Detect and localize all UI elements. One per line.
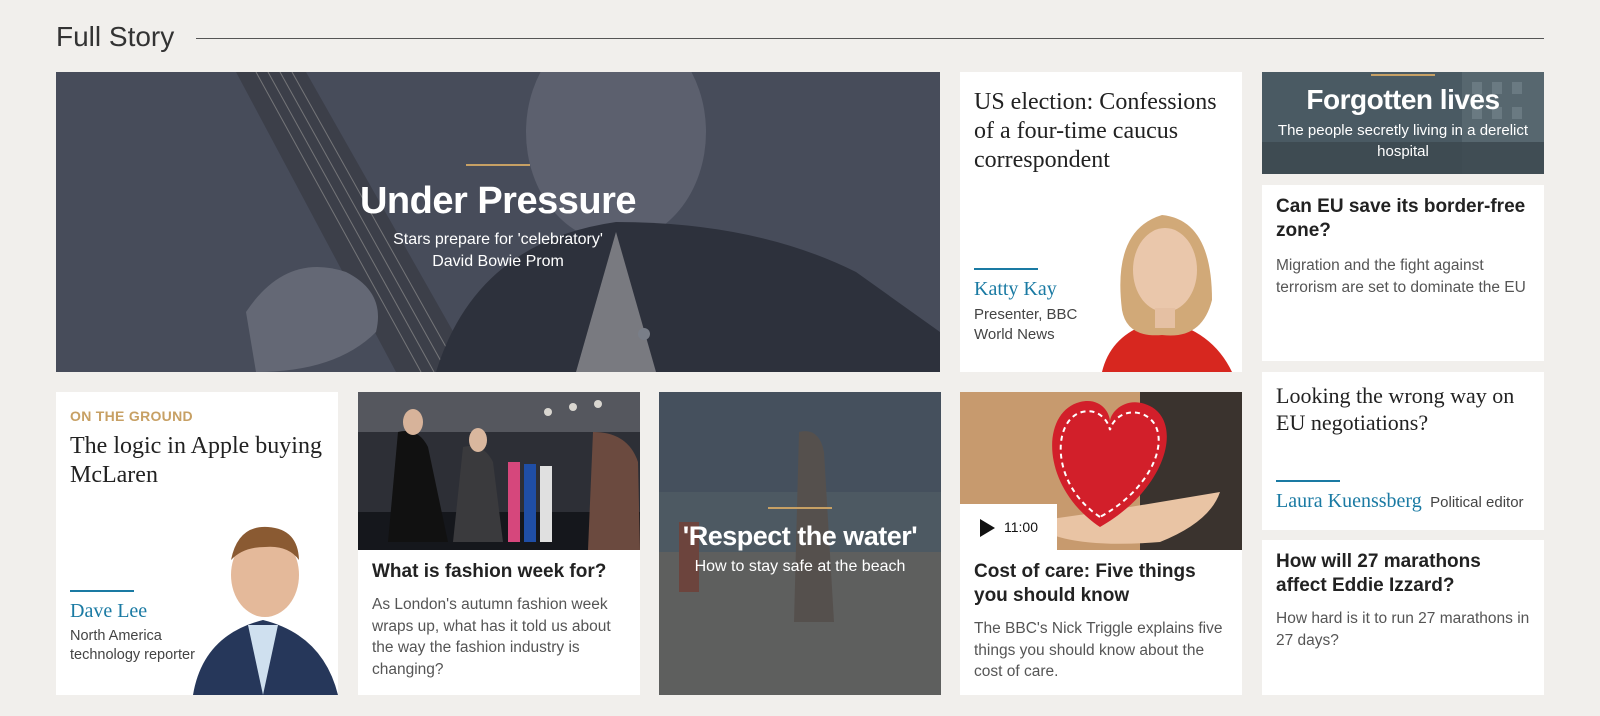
video-duration: 11:00 — [1004, 519, 1038, 535]
accent-bar — [1371, 74, 1435, 76]
story-headline[interactable]: What is fashion week for? — [372, 560, 626, 584]
forgotten-title[interactable]: Forgotten lives — [1262, 84, 1544, 116]
hero-story-card[interactable]: Under Pressure Stars prepare for 'celebr… — [56, 72, 940, 372]
story-headline[interactable]: US election: Confessions of a four-time … — [974, 88, 1228, 175]
kicker-label: ON THE GROUND — [70, 408, 193, 424]
forgotten-lives-card[interactable]: Forgotten lives The people secretly livi… — [1262, 72, 1544, 174]
author-role: Political editor — [1430, 494, 1524, 511]
forgotten-caption: Forgotten lives The people secretly livi… — [1262, 74, 1544, 162]
hero-subtitle-line: Stars prepare for 'celebratory' — [393, 231, 603, 248]
accent-bar — [1276, 480, 1340, 482]
accent-bar — [768, 507, 832, 509]
story-summary: As London's autumn fashion week wraps up… — [372, 596, 611, 678]
author-name[interactable]: Laura Kuenssberg — [1276, 490, 1422, 512]
author-portrait — [1102, 215, 1232, 372]
fashion-week-story-card[interactable]: What is fashion week for? As London's au… — [358, 392, 640, 695]
video-play-button[interactable]: 11:00 — [960, 504, 1057, 550]
story-headline[interactable]: How will 27 marathons affect Eddie Izzar… — [1276, 550, 1530, 598]
hero-subtitle: Stars prepare for 'celebratory' David Bo… — [56, 229, 940, 273]
fashion-photo — [358, 392, 640, 550]
section-header: Full Story — [56, 18, 1544, 58]
katty-kay-story-card[interactable]: US election: Confessions of a four-time … — [960, 72, 1242, 372]
author-name[interactable]: Dave Lee — [70, 600, 220, 623]
accent-bar — [70, 590, 134, 592]
water-title[interactable]: 'Respect the water' — [659, 521, 941, 552]
story-summary: The BBC's Nick Triggle explains five thi… — [974, 620, 1223, 680]
play-icon — [980, 519, 995, 537]
respect-water-card[interactable]: 'Respect the water' How to stay safe at … — [659, 392, 941, 695]
story-summary: Migration and the fight against terroris… — [1276, 257, 1526, 296]
author-role: North America technology reporter — [70, 628, 195, 663]
story-summary: How hard is it to run 27 marathons in 27… — [1276, 610, 1530, 649]
eu-negotiations-story-card[interactable]: Looking the wrong way on EU negotiations… — [1262, 372, 1544, 530]
water-caption: 'Respect the water' How to stay safe at … — [659, 507, 941, 576]
apple-mclaren-story-card[interactable]: ON THE GROUND The logic in Apple buying … — [56, 392, 338, 695]
hero-title[interactable]: Under Pressure — [56, 180, 940, 223]
story-headline[interactable]: Can EU save its border-free zone? — [1276, 195, 1530, 243]
forgotten-subtitle: The people secretly living in a derelict… — [1277, 122, 1529, 160]
story-headline[interactable]: Cost of care: Five things you should kno… — [974, 560, 1228, 608]
author-name[interactable]: Katty Kay — [974, 278, 1104, 301]
eu-border-story-card[interactable]: Can EU save its border-free zone? Migrat… — [1262, 185, 1544, 361]
author-block: Dave Lee North America technology report… — [70, 590, 220, 665]
author-block: Laura Kuenssberg Political editor — [1276, 480, 1536, 513]
author-role: Presenter, BBC World News — [974, 306, 1078, 343]
water-subtitle: How to stay safe at the beach — [694, 558, 906, 575]
hero-subtitle-line: David Bowie Prom — [432, 253, 564, 270]
accent-bar — [466, 164, 530, 166]
hero-caption: Under Pressure Stars prepare for 'celebr… — [56, 164, 940, 273]
cost-of-care-story-card[interactable]: 11:00 Cost of care: Five things you shou… — [960, 392, 1242, 695]
section-title: Full Story — [56, 21, 175, 52]
accent-bar — [974, 268, 1038, 270]
story-headline[interactable]: Looking the wrong way on EU negotiations… — [1276, 382, 1530, 436]
story-headline[interactable]: The logic in Apple buying McLaren — [70, 432, 324, 490]
section-divider — [196, 38, 1544, 39]
author-block: Katty Kay Presenter, BBC World News — [974, 268, 1104, 345]
eddie-izzard-story-card[interactable]: How will 27 marathons affect Eddie Izzar… — [1262, 540, 1544, 695]
